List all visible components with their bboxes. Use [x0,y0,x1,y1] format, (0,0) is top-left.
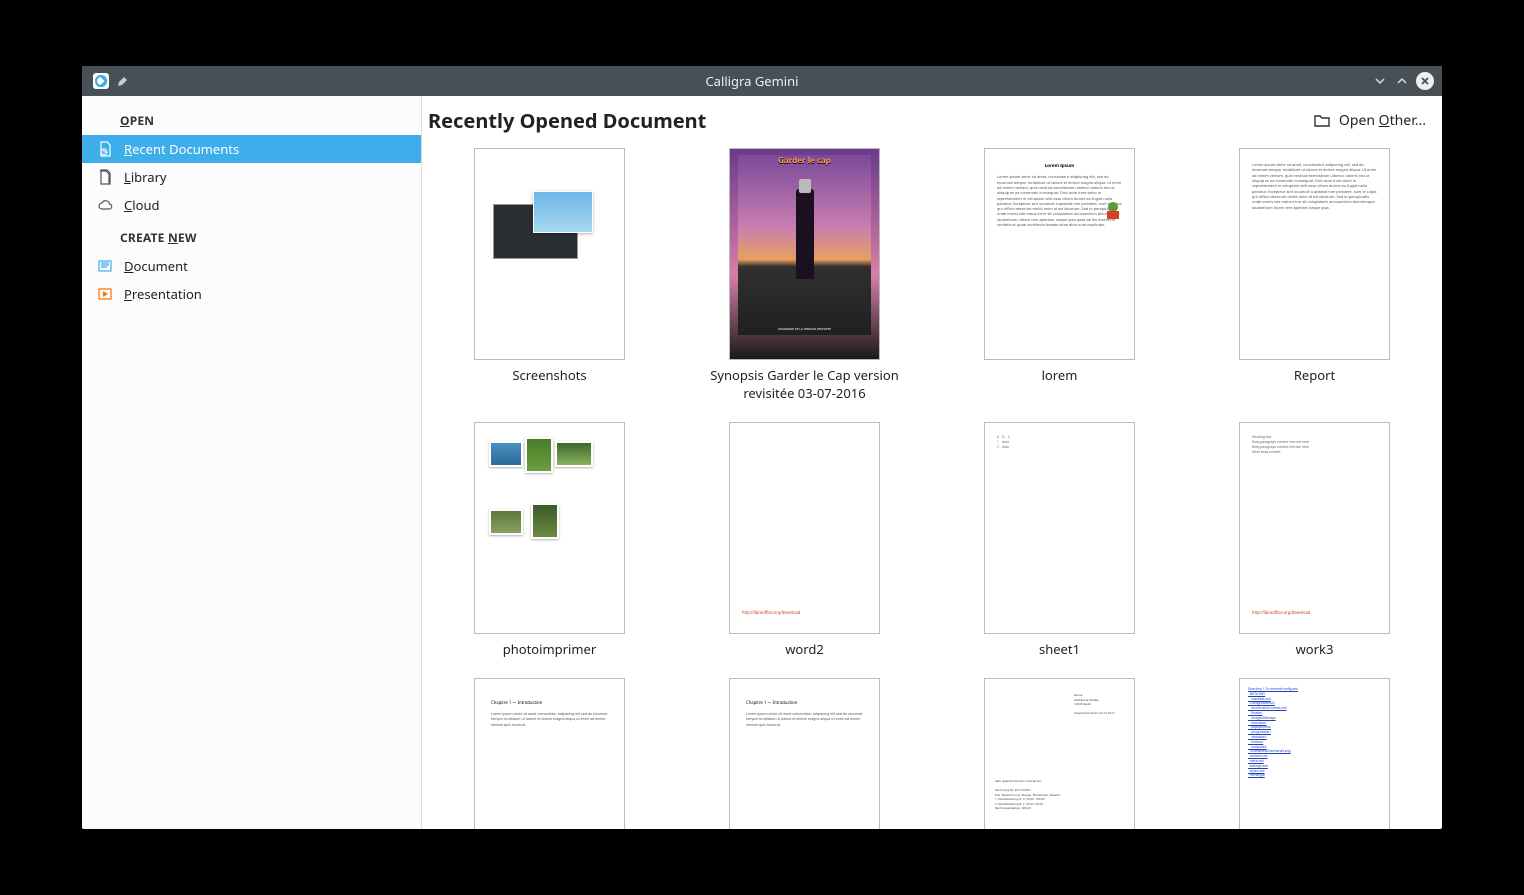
doc-thumbnail: Chapitre 1 — Introduction Lorem ipsum do… [729,678,880,829]
doc-item[interactable]: Screenshots [432,148,667,402]
maximize-button[interactable] [1394,73,1410,89]
doc-label: work3 [1296,640,1334,658]
sidebar-item-document[interactable]: Document [82,252,421,280]
doc-item[interactable]: Heading textBody paragraph content line … [1197,422,1432,658]
doc-thumbnail: Directory 1.7x content/config.xml META-I… [1239,678,1390,829]
sidebar-item-library[interactable]: Library [82,163,421,191]
app-window: Calligra Gemini OPEN Recent Documents [82,66,1442,829]
doc-thumbnail: NameAddress & Straße12345 StadtAnsprechp… [984,678,1135,829]
document-icon [96,258,114,274]
open-other-button[interactable]: Open Other... [1307,107,1432,134]
doc-item[interactable]: NameAddress & Straße12345 StadtAnsprechp… [942,678,1177,829]
app-icon [90,72,112,90]
window-title: Calligra Gemini [132,72,1372,90]
doc-label: sheet1 [1039,640,1080,658]
minimize-button[interactable] [1372,73,1388,89]
titlebar: Calligra Gemini [82,66,1442,96]
doc-item[interactable]: photoimprimer [432,422,667,658]
sidebar-item-label: Recent Documents [124,140,239,158]
doc-label: word2 [785,640,824,658]
pin-icon[interactable] [114,74,132,88]
sidebar-item-label: Cloud [124,196,159,214]
library-icon [96,169,114,185]
doc-label: photoimprimer [503,640,597,658]
doc-thumbnail: Lorem ipsum dolor sit amet, consectetur … [1239,148,1390,360]
open-other-label: Open Other... [1339,111,1426,130]
doc-thumbnail [474,148,625,360]
doc-label: lorem [1042,366,1078,384]
doc-item[interactable]: http://libreoffice.org/download word2 [687,422,922,658]
page-title: Recently Opened Document [428,107,706,134]
doc-label: Screenshots [512,366,586,384]
doc-item[interactable]: A B C 1 data 2 data sheet1 [942,422,1177,658]
doc-thumbnail: Lorem Ipsum Lorem ipsum dolor sit amet, … [984,148,1135,360]
content-header: Recently Opened Document Open Other... [422,96,1442,144]
doc-thumbnail [474,422,625,634]
recent-doc-icon [96,141,114,157]
sidebar-item-label: Document [124,257,188,275]
document-grid: Screenshots Garder le cap SOMMAIRE DE LA… [432,148,1432,829]
doc-label: Synopsis Garder le Cap version revisitée… [687,366,922,402]
presentation-icon [96,286,114,302]
doc-thumbnail: A B C 1 data 2 data [984,422,1135,634]
sidebar-item-label: Library [124,168,167,186]
doc-thumbnail: http://libreoffice.org/download [729,422,880,634]
doc-label: Report [1294,366,1335,384]
document-grid-scroll[interactable]: Screenshots Garder le cap SOMMAIRE DE LA… [422,144,1442,829]
cloud-icon [96,197,114,213]
doc-item[interactable]: Garder le cap SOMMAIRE DE LA VERSION REV… [687,148,922,402]
sidebar-heading-open: OPEN [82,102,421,135]
sidebar-item-label: Presentation [124,285,202,303]
doc-thumbnail: Garder le cap SOMMAIRE DE LA VERSION REV… [729,148,880,360]
sidebar-item-cloud[interactable]: Cloud [82,191,421,219]
content-area: Recently Opened Document Open Other... [422,96,1442,829]
sidebar-heading-create: CREATE NEW [82,219,421,252]
close-button[interactable] [1416,72,1434,90]
doc-item[interactable]: Lorem ipsum dolor sit amet, consectetur … [1197,148,1432,402]
doc-item[interactable]: Chapitre 1 — Introduction Lorem ipsum do… [687,678,922,829]
doc-thumbnail: Heading textBody paragraph content line … [1239,422,1390,634]
sidebar-item-presentation[interactable]: Presentation [82,280,421,308]
folder-icon [1313,111,1331,129]
doc-item[interactable]: Chapitre 1 — Introduction Lorem ipsum do… [432,678,667,829]
sidebar: OPEN Recent Documents Library Cloud C [82,96,422,829]
doc-item[interactable]: Lorem Ipsum Lorem ipsum dolor sit amet, … [942,148,1177,402]
sidebar-item-recent[interactable]: Recent Documents [82,135,421,163]
doc-thumbnail: Chapitre 1 — Introduction Lorem ipsum do… [474,678,625,829]
doc-item[interactable]: Directory 1.7x content/config.xml META-I… [1197,678,1432,829]
